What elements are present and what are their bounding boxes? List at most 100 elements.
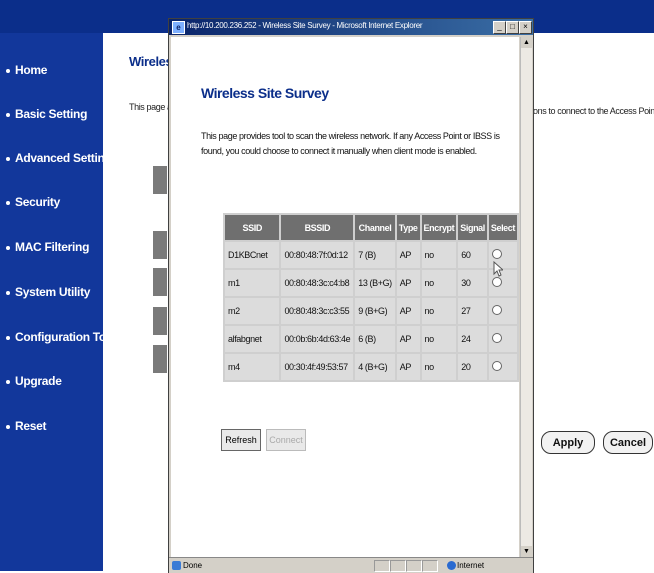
- globe-icon: [447, 561, 456, 570]
- status-panel: [422, 560, 438, 572]
- cell-bssid: 00:80:48:3c:c4:b8: [281, 270, 354, 296]
- bullet-icon: [6, 68, 10, 73]
- site-survey-window: e http://10.200.236.252 - Wireless Site …: [168, 18, 534, 573]
- table-row: alfabgnet 00:0b:6b:4d:63:4e 6 (B) AP no …: [225, 326, 517, 352]
- bullet-icon: [6, 335, 10, 340]
- cell-channel: 7 (B): [355, 242, 395, 268]
- ie-icon: e: [172, 21, 185, 34]
- cell-bssid: 00:80:48:7f:0d:12: [281, 242, 354, 268]
- nav-reset[interactable]: Reset: [6, 419, 46, 433]
- cell-encrypt: no: [421, 326, 457, 352]
- bullet-icon: [6, 112, 10, 117]
- cell-ssid: alfabgnet: [225, 326, 280, 352]
- bullet-icon: [6, 200, 10, 205]
- scroll-down-icon[interactable]: ▼: [521, 546, 532, 557]
- mouse-cursor-icon: [493, 261, 503, 277]
- form-field: [153, 268, 167, 296]
- cell-bssid: 00:80:48:3c:c3:55: [281, 298, 354, 324]
- bullet-icon: [6, 156, 10, 161]
- window-titlebar[interactable]: e http://10.200.236.252 - Wireless Site …: [169, 19, 533, 35]
- zone-text: Internet: [457, 561, 485, 570]
- table-row: m2 00:80:48:3c:c3:55 9 (B+G) AP no 27: [225, 298, 517, 324]
- bullet-icon: [6, 424, 10, 429]
- select-radio[interactable]: [491, 249, 502, 259]
- cancel-button[interactable]: Cancel: [603, 431, 653, 454]
- cell-signal: 60: [458, 242, 487, 268]
- survey-description: This page provides tool to scan the wire…: [201, 131, 500, 156]
- cell-ssid: m2: [225, 298, 280, 324]
- column-header-type: Type: [396, 215, 420, 240]
- nav-upgrade[interactable]: Upgrade: [6, 374, 62, 388]
- nav-system-utility[interactable]: System Utility: [6, 285, 90, 299]
- bullet-icon: [6, 245, 10, 250]
- cell-ssid: D1KBCnet: [225, 242, 280, 268]
- apply-button[interactable]: Apply: [541, 431, 595, 454]
- cell-signal: 30: [458, 270, 487, 296]
- cell-ssid: m4: [225, 354, 280, 380]
- select-radio[interactable]: [491, 333, 502, 343]
- form-field: [153, 345, 167, 373]
- cell-select: [488, 298, 517, 324]
- nav-security[interactable]: Security: [6, 195, 60, 209]
- page-content: Wireless Site Survey This page provides …: [171, 37, 519, 557]
- cell-type: AP: [396, 242, 420, 268]
- nav-configuration-tool[interactable]: Configuration Tool: [6, 330, 116, 344]
- column-header-ssid: SSID: [225, 215, 280, 240]
- cell-signal: 27: [458, 298, 487, 324]
- form-field: [153, 307, 167, 335]
- close-icon[interactable]: ×: [519, 21, 532, 34]
- connect-button[interactable]: Connect: [266, 429, 306, 451]
- status-panel: [406, 560, 422, 572]
- cell-type: AP: [396, 354, 420, 380]
- window-title: http://10.200.236.252 - Wireless Site Su…: [187, 21, 423, 30]
- maximize-icon[interactable]: □: [506, 21, 519, 34]
- cell-select: [488, 354, 517, 380]
- vertical-scrollbar[interactable]: ▲ ▼: [520, 37, 532, 557]
- nav-advanced-setting[interactable]: Advanced Setting: [6, 151, 112, 165]
- cell-channel: 13 (B+G): [355, 270, 395, 296]
- table-row: m4 00:30:4f:49:53:57 4 (B+G) AP no 20: [225, 354, 517, 380]
- scroll-up-icon[interactable]: ▲: [521, 37, 532, 48]
- select-radio[interactable]: [491, 305, 502, 315]
- survey-title: Wireless Site Survey: [201, 85, 329, 101]
- cell-encrypt: no: [421, 298, 457, 324]
- cell-bssid: 00:0b:6b:4d:63:4e: [281, 326, 354, 352]
- bullet-icon: [6, 290, 10, 295]
- minimize-icon[interactable]: _: [493, 21, 506, 34]
- refresh-button[interactable]: Refresh: [221, 429, 261, 451]
- column-header-encrypt: Encrypt: [421, 215, 457, 240]
- table-row: D1KBCnet 00:80:48:7f:0d:12 7 (B) AP no 6…: [225, 242, 517, 268]
- cell-type: AP: [396, 326, 420, 352]
- cell-channel: 6 (B): [355, 326, 395, 352]
- survey-table: SSID BSSID Channel Type Encrypt Signal S…: [223, 213, 519, 382]
- nav-mac-filtering[interactable]: MAC Filtering: [6, 240, 89, 254]
- cell-channel: 4 (B+G): [355, 354, 395, 380]
- column-header-select: Select: [488, 215, 517, 240]
- status-text: Done: [183, 561, 203, 570]
- cell-signal: 20: [458, 354, 487, 380]
- column-header-signal: Signal: [458, 215, 487, 240]
- select-radio[interactable]: [491, 361, 502, 371]
- table-row: m1 00:80:48:3c:c4:b8 13 (B+G) AP no 30: [225, 270, 517, 296]
- nav-home[interactable]: Home: [6, 63, 47, 77]
- select-radio[interactable]: [491, 277, 502, 287]
- status-panel: [374, 560, 390, 572]
- cell-encrypt: no: [421, 242, 457, 268]
- cell-ssid: m1: [225, 270, 280, 296]
- page-description-left: This page al: [129, 102, 174, 112]
- sidebar: Home Basic Setting Advanced Setting Secu…: [0, 33, 116, 571]
- bullet-icon: [6, 379, 10, 384]
- cell-bssid: 00:30:4f:49:53:57: [281, 354, 354, 380]
- column-header-channel: Channel: [355, 215, 395, 240]
- form-field: [153, 166, 167, 194]
- form-field: [153, 231, 167, 259]
- cell-encrypt: no: [421, 270, 457, 296]
- status-panel: [390, 560, 406, 572]
- cell-signal: 24: [458, 326, 487, 352]
- cell-type: AP: [396, 298, 420, 324]
- cell-channel: 9 (B+G): [355, 298, 395, 324]
- cell-type: AP: [396, 270, 420, 296]
- table-header-row: SSID BSSID Channel Type Encrypt Signal S…: [225, 215, 517, 240]
- column-header-bssid: BSSID: [281, 215, 354, 240]
- nav-basic-setting[interactable]: Basic Setting: [6, 107, 87, 121]
